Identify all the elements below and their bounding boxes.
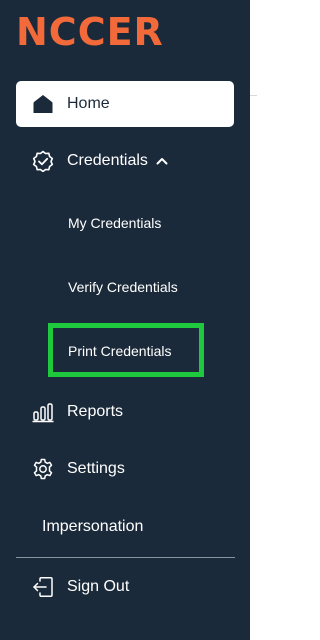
divider [16,557,235,558]
sidebar-item-label: Reports [67,403,124,420]
sidebar-item-label: Credentials [67,152,148,169]
header-border [250,95,257,96]
home-icon [31,92,55,116]
sidebar: NCCER Home Credentials My Credentials Ve… [0,0,250,640]
sidebar-item-label: Settings [67,460,125,477]
main-content-edge [250,0,257,640]
sidebar-item-sign-out[interactable]: Sign Out [16,564,234,610]
sidebar-item-label: Home [67,95,110,112]
sign-out-icon [31,575,55,599]
sidebar-item-label: Sign Out [67,578,130,595]
sidebar-subitem-verify-credentials[interactable]: Verify Credentials [68,273,178,301]
sidebar-item-settings[interactable]: Settings [16,446,234,492]
sidebar-item-impersonation[interactable]: Impersonation [42,513,143,541]
gear-icon [31,457,55,481]
sidebar-item-home[interactable]: Home [16,81,234,127]
sidebar-item-credentials[interactable]: Credentials [16,138,234,184]
badge-check-icon [31,149,55,173]
sidebar-item-reports[interactable]: Reports [16,389,234,435]
chevron-up-icon[interactable] [156,156,168,166]
highlight-box [48,323,204,377]
bar-chart-icon [31,400,55,424]
nccer-logo[interactable]: NCCER [16,12,164,52]
sidebar-subitem-my-credentials[interactable]: My Credentials [68,209,161,237]
